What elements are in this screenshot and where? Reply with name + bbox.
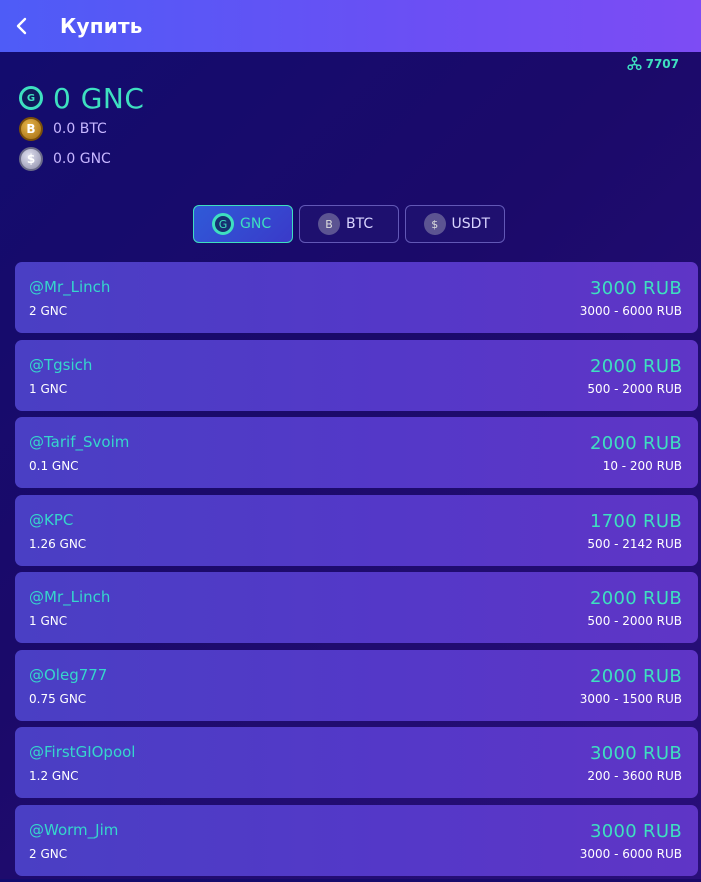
offer-item[interactable]: @FirstGIOpool 1.2 GNC 3000 RUB 200 - 360… [15,727,698,798]
btc-balance: B 0.0 BTC [19,114,144,144]
top-bar: Купить [0,0,701,52]
tab-usdt[interactable]: $ USDT [405,205,505,243]
offer-price: 2000 RUB [590,355,682,377]
tab-label: USDT [451,216,490,232]
offer-price: 3000 RUB [590,743,682,764]
offer-range: 3000 - 6000 RUB [579,304,682,318]
currency-tabs: G GNC B BTC $ USDT [193,205,511,243]
offer-amount: 0.75 GNC [29,691,87,706]
page-title: Купить [60,14,143,38]
offer-item[interactable]: @Oleg777 0.75 GNC 2000 RUB 3000 - 1500 R… [15,649,698,721]
offer-item[interactable]: @Worm_Jim 2 GNC 3000 RUB 3000 - 6000 RUB [15,804,698,876]
offer-item[interactable]: @Tgsich 1 GNC 2000 RUB 500 - 2000 RUB [15,339,698,411]
offer-user: @Oleg777 [29,665,108,684]
network-icon [626,56,642,71]
tab-label: GNC [240,216,272,232]
offer-user: @FirstGIOpool [29,743,136,761]
offer-amount: 1.26 GNC [29,536,87,551]
referral-counter[interactable]: 7707 [626,56,679,71]
offer-user: @Worm_Jim [29,820,119,839]
offer-range: 500 - 2000 RUB [587,381,682,396]
offer-user: @KPC [29,510,74,529]
offer-item[interactable]: @KPC 1.26 GNC 1700 RUB 500 - 2142 RUB [15,494,698,566]
offer-price: 2000 RUB [590,588,682,609]
offer-price: 2000 RUB [590,665,682,687]
offer-amount: 2 GNC [29,846,68,861]
referral-count: 7707 [645,56,679,71]
balances: G 0 GNC B 0.0 BTC $ 0.0 GNC [19,82,144,174]
offer-range: 10 - 200 RUB [602,459,682,473]
offer-price: 3000 RUB [590,278,682,299]
offer-user: @Mr_Linch [29,588,111,606]
offer-amount: 2 GNC [29,304,68,318]
offer-item[interactable]: @Tarif_Svoim 0.1 GNC 2000 RUB 10 - 200 R… [15,417,698,488]
gnc-coin-icon: G [19,86,43,110]
offer-range: 500 - 2142 RUB [587,536,682,551]
btc-balance-value: 0.0 BTC [53,121,107,137]
offer-user: @Tgsich [29,355,93,374]
offer-amount: 1 GNC [29,614,68,628]
btc-coin-icon: B [19,117,43,141]
gnc-balance: $ 0.0 GNC [19,144,144,174]
offer-price: 3000 RUB [590,820,682,842]
dollar-coin-icon: $ [424,213,446,235]
tab-btc[interactable]: B BTC [299,205,399,243]
offer-item[interactable]: @Mr_Linch 2 GNC 3000 RUB 3000 - 6000 RUB [15,262,698,333]
offer-list: @Mr_Linch 2 GNC 3000 RUB 3000 - 6000 RUB… [15,262,698,882]
offer-user: @Tarif_Svoim [29,433,130,451]
offer-user: @Mr_Linch [29,278,111,296]
chevron-left-icon [16,17,27,35]
tab-gnc[interactable]: G GNC [193,205,293,243]
offer-amount: 1.2 GNC [29,769,79,783]
offer-range: 3000 - 1500 RUB [579,691,682,706]
offer-range: 3000 - 6000 RUB [579,846,682,861]
dollar-coin-icon: $ [19,147,43,171]
offer-item[interactable]: @Mr_Linch 1 GNC 2000 RUB 500 - 2000 RUB [15,572,698,643]
gnc-coin-icon: G [212,213,234,235]
offer-price: 1700 RUB [590,510,682,532]
main-balance-value: 0 GNC [53,81,145,115]
offer-amount: 1 GNC [29,381,68,396]
btc-coin-icon: B [318,213,340,235]
back-button[interactable] [0,0,44,52]
tab-label: BTC [346,216,374,232]
main-balance: G 0 GNC [19,81,145,115]
gnc-balance-value: 0.0 GNC [53,151,111,167]
offer-amount: 0.1 GNC [29,459,79,473]
offer-range: 200 - 3600 RUB [587,769,682,783]
offer-price: 2000 RUB [590,433,682,454]
offer-range: 500 - 2000 RUB [587,614,682,628]
